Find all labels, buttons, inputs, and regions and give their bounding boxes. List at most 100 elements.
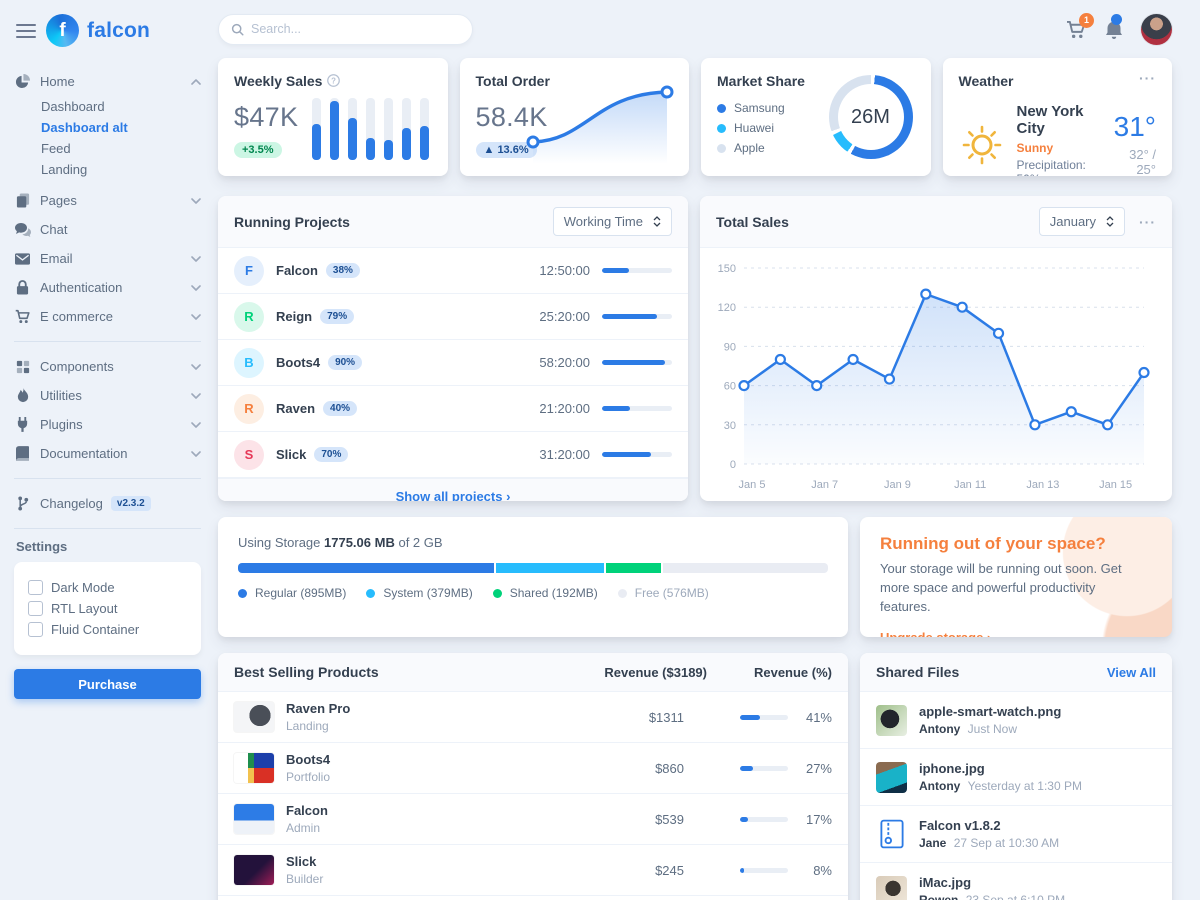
question-circle-icon[interactable]: ? <box>327 74 340 87</box>
user-avatar[interactable] <box>1141 14 1172 45</box>
total-order-chart <box>521 78 679 168</box>
svg-text:Jan 7: Jan 7 <box>811 479 838 491</box>
purchase-button[interactable]: Purchase <box>14 669 201 699</box>
legend-dot <box>238 589 247 598</box>
project-row[interactable]: R Reign 79% 25:20:00 <box>218 294 688 340</box>
shared-file-row[interactable]: Falcon v1.8.2 Jane 27 Sep at 10:30 AM <box>860 806 1172 863</box>
svg-text:120: 120 <box>718 302 736 314</box>
sidebar-item-pages[interactable]: Pages <box>14 186 201 215</box>
rtl-layout-toggle[interactable]: RTL Layout <box>28 601 187 616</box>
sidebar-item-plugins[interactable]: Plugins <box>14 410 201 439</box>
product-category: Landing <box>286 719 350 733</box>
svg-text:30: 30 <box>724 420 736 432</box>
file-owner: Rowen <box>919 893 958 900</box>
dark-mode-checkbox[interactable] <box>28 580 43 595</box>
product-percent-bar <box>740 868 788 873</box>
rtl-layout-checkbox[interactable] <box>28 601 43 616</box>
product-row[interactable]: Falcon Admin $539 17% <box>218 794 848 845</box>
sidebar-item-changelog[interactable]: Changelog v2.3.2 <box>14 489 201 518</box>
settings-card: Dark Mode RTL Layout Fluid Container <box>14 562 201 655</box>
hamburger-menu-icon[interactable] <box>16 20 36 42</box>
project-row[interactable]: R Raven 40% 21:20:00 <box>218 386 688 432</box>
file-time: 27 Sep at 10:30 AM <box>954 836 1059 850</box>
file-thumbnail <box>876 762 907 793</box>
project-time: 25:20:00 <box>539 309 590 324</box>
shopping-cart-icon <box>14 309 31 324</box>
card-title: Running Projects <box>234 214 350 230</box>
sidebar-item-home[interactable]: Home <box>14 67 201 96</box>
dark-mode-toggle[interactable]: Dark Mode <box>28 580 187 595</box>
sidebar-item-feed[interactable]: Feed <box>14 138 201 159</box>
sun-icon <box>959 122 1005 168</box>
cart-button[interactable]: 1 <box>1066 20 1087 39</box>
product-row[interactable] <box>218 896 848 900</box>
shared-file-row[interactable]: iMac.jpg Rowen 23 Sep at 6:10 PM <box>860 863 1172 900</box>
falcon-logo[interactable]: f falcon <box>46 14 150 47</box>
svg-text:Jan 9: Jan 9 <box>884 479 911 491</box>
upgrade-storage-card: Running out of your space? Your storage … <box>860 517 1172 637</box>
running-projects-card: Running Projects Working Time F Falcon 3… <box>218 196 688 501</box>
project-avatar: R <box>234 302 264 332</box>
storage-segment-system <box>496 563 604 573</box>
file-name: Falcon v1.8.2 <box>919 818 1059 833</box>
sidebar-item-components[interactable]: Components <box>14 352 201 381</box>
card-menu-icon[interactable]: ··· <box>1139 217 1156 227</box>
product-thumbnail <box>234 804 274 834</box>
sidebar-item-utilities[interactable]: Utilities <box>14 381 201 410</box>
storage-summary: Using Storage 1775.06 MB of 2 GB <box>238 535 828 550</box>
weekly-sales-chart <box>312 98 430 160</box>
chevron-down-icon <box>191 285 201 291</box>
product-thumbnail <box>234 753 274 783</box>
sidebar-item-ecommerce[interactable]: E commerce <box>14 302 201 331</box>
weather-range: 32° / 25° <box>1113 147 1156 177</box>
fluid-container-toggle[interactable]: Fluid Container <box>28 622 187 637</box>
svg-text:Jan 11: Jan 11 <box>954 479 986 491</box>
project-percent-badge: 79% <box>320 309 354 324</box>
product-name: Boots4 <box>286 752 330 767</box>
product-row[interactable]: Slick Builder $245 8% <box>218 845 848 896</box>
file-time: Yesterday at 1:30 PM <box>968 779 1082 793</box>
sidebar-item-dashboard[interactable]: Dashboard <box>14 96 201 117</box>
project-progress-bar <box>602 268 672 273</box>
view-all-link[interactable]: View All <box>1107 665 1156 680</box>
project-percent-badge: 38% <box>326 263 360 278</box>
book-icon <box>14 446 31 461</box>
sidebar-item-email[interactable]: Email <box>14 244 201 273</box>
sidebar-item-chat[interactable]: Chat <box>14 215 201 244</box>
sidebar-item-authentication[interactable]: Authentication <box>14 273 201 302</box>
upsell-body: Your storage will be running out soon. G… <box>880 560 1130 617</box>
search-box[interactable] <box>218 14 473 45</box>
legend-dot <box>717 104 726 113</box>
product-row[interactable]: Raven Pro Landing $1311 41% <box>218 692 848 743</box>
sidebar-item-dashboard-alt[interactable]: Dashboard alt <box>14 117 201 138</box>
project-row[interactable]: F Falcon 38% 12:50:00 <box>218 248 688 294</box>
project-progress-bar <box>602 452 672 457</box>
file-owner: Antony <box>919 779 960 793</box>
project-row[interactable]: S Slick 70% 31:20:00 <box>218 432 688 478</box>
product-row[interactable]: Boots4 Portfolio $860 27% <box>218 743 848 794</box>
month-select[interactable]: January <box>1039 207 1125 236</box>
project-row[interactable]: B Boots4 90% 58:20:00 <box>218 340 688 386</box>
market-share-total: 26M <box>851 106 890 129</box>
working-time-select[interactable]: Working Time <box>553 207 672 236</box>
sidebar-item-landing[interactable]: Landing <box>14 159 201 180</box>
shared-file-row[interactable]: apple-smart-watch.png Antony Just Now <box>860 692 1172 749</box>
show-all-projects-link[interactable]: Show all projects › <box>396 489 511 501</box>
notifications-button[interactable] <box>1105 19 1123 39</box>
falcon-logo-icon: f <box>46 14 79 47</box>
card-title: Best Selling Products <box>234 664 557 680</box>
weather-card: Weather ··· New York <box>943 58 1173 176</box>
card-menu-icon[interactable]: ··· <box>1139 73 1156 83</box>
search-input[interactable] <box>251 22 460 36</box>
code-branch-icon <box>14 496 31 511</box>
shared-file-row[interactable]: iphone.jpg Antony Yesterday at 1:30 PM <box>860 749 1172 806</box>
chevron-up-icon <box>191 79 201 85</box>
copy-icon <box>14 193 31 208</box>
weekly-sales-card: Weekly Sales ? $47K +3.5% <box>218 58 448 176</box>
file-thumbnail <box>876 876 907 900</box>
file-name: iMac.jpg <box>919 875 1065 890</box>
fluid-container-checkbox[interactable] <box>28 622 43 637</box>
upgrade-storage-link[interactable]: Upgrade storage › <box>880 630 991 637</box>
sidebar-item-documentation[interactable]: Documentation <box>14 439 201 468</box>
card-title: Market Share <box>717 73 805 89</box>
